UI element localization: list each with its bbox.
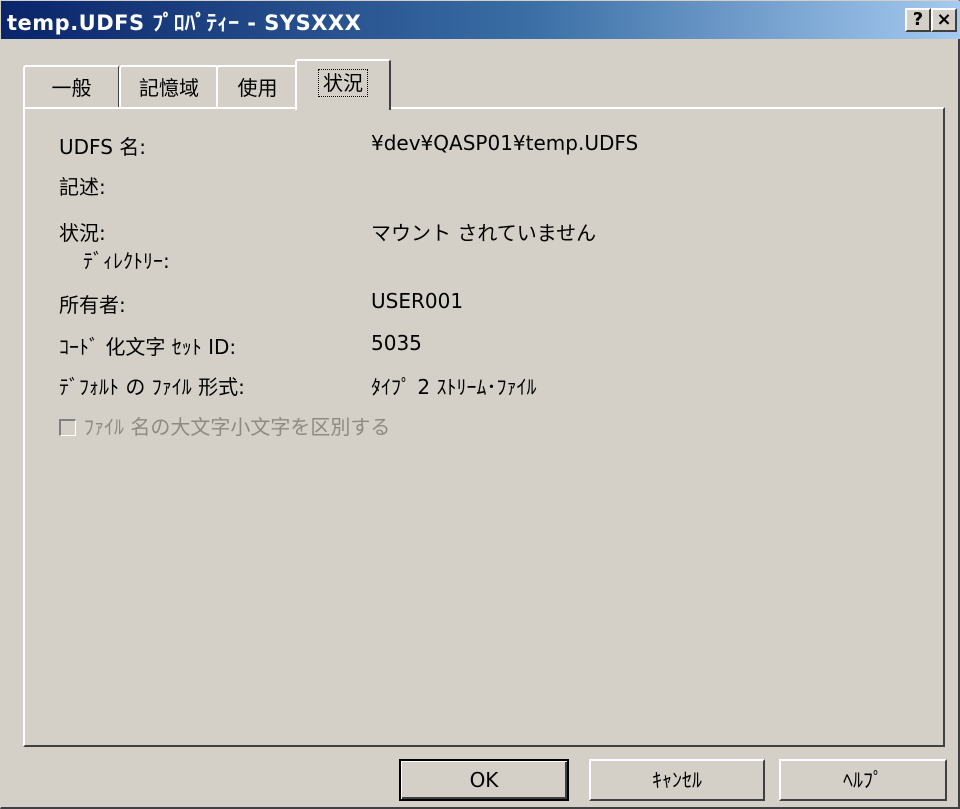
default-format-value: ﾀｲﾌﾟ 2 ｽﾄﾘｰﾑ･ﾌｧｲﾙ [371, 375, 537, 399]
properties-dialog: temp.UDFS ﾌﾟﾛﾊﾟﾃｨｰ - SYSXXX ? × 一般 記憶域 使… [0, 0, 960, 809]
tab-general[interactable]: 一般 [23, 65, 120, 109]
cancel-button[interactable]: ｷｬﾝｾﾙ [589, 759, 765, 801]
directory-label: ﾃﾞｨﾚｸﾄﾘｰ: [83, 249, 170, 273]
udfs-name-value: ¥dev¥QASP01¥temp.UDFS [371, 131, 639, 155]
window-title: temp.UDFS ﾌﾟﾛﾊﾟﾃｨｰ - SYSXXX [7, 11, 362, 35]
help-icon[interactable]: ? [905, 8, 931, 32]
default-format-label: ﾃﾞﾌｫﾙﾄ の ﾌｧｲﾙ 形式: [59, 375, 245, 399]
tab-status-label: 状況 [318, 69, 368, 97]
case-sensitive-option: ﾌｧｲﾙ 名の大文字小文字を区別する [59, 411, 390, 440]
ok-button[interactable]: OK [399, 759, 569, 801]
udfs-name-label: UDFS 名: [59, 135, 146, 159]
status-tab-panel: UDFS 名: ¥dev¥QASP01¥temp.UDFS 記述: 状況: マウ… [23, 107, 945, 747]
tab-storage[interactable]: 記憶域 [119, 65, 219, 109]
tab-use[interactable]: 使用 [216, 65, 299, 109]
status-value: マウント されていません [371, 221, 597, 245]
owner-value: USER001 [371, 289, 464, 313]
tab-status[interactable]: 状況 [295, 59, 391, 110]
status-label: 状況: [59, 221, 106, 245]
ccsid-label: ｺｰﾄﾞ 化文字 ｾｯﾄ ID: [59, 335, 237, 359]
description-label: 記述: [59, 175, 106, 199]
ccsid-value: 5035 [371, 331, 422, 355]
help-button[interactable]: ﾍﾙﾌﾟ [779, 759, 947, 801]
close-icon[interactable]: × [931, 8, 957, 32]
case-sensitive-checkbox [59, 419, 76, 436]
owner-label: 所有者: [59, 293, 126, 317]
title-bar[interactable]: temp.UDFS ﾌﾟﾛﾊﾟﾃｨｰ - SYSXXX ? × [1, 1, 960, 39]
case-sensitive-label: ﾌｧｲﾙ 名の大文字小文字を区別する [84, 415, 391, 439]
